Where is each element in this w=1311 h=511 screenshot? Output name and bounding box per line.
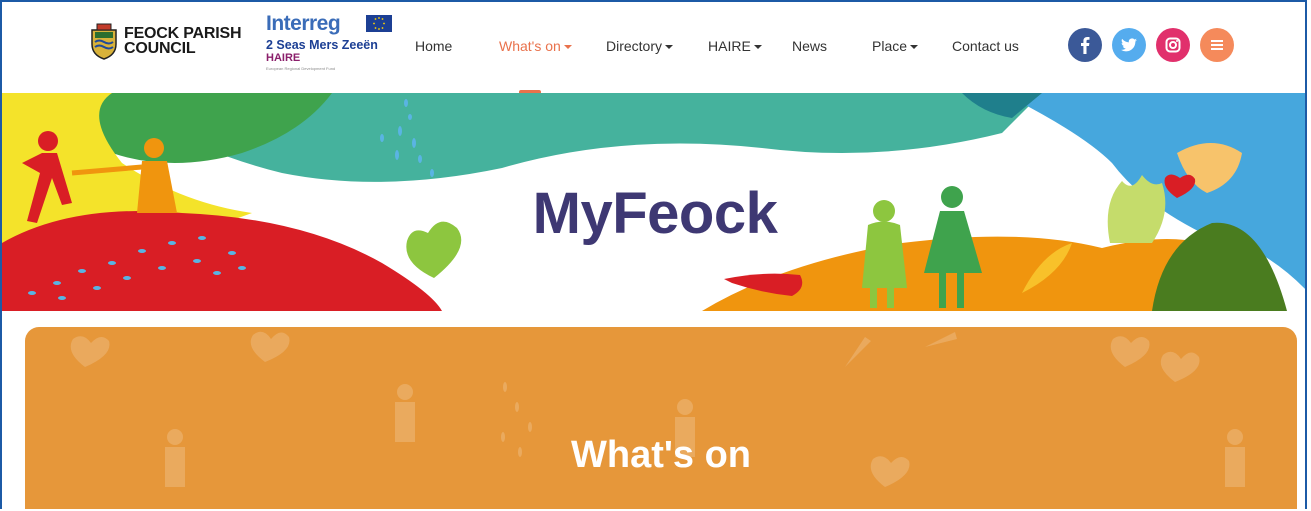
nav-contact-us[interactable]: Contact us: [952, 38, 1019, 54]
interreg-program-text: 2 Seas Mers Zeeën: [266, 38, 378, 52]
nav-haire[interactable]: HAIRE: [708, 38, 762, 54]
interreg-brand-text: Interreg: [266, 12, 341, 35]
eu-flag-icon: [366, 15, 392, 32]
nav-place[interactable]: Place: [872, 38, 919, 54]
nav-news[interactable]: News: [792, 38, 827, 54]
twitter-icon: [1121, 38, 1137, 52]
menu-button[interactable]: [1200, 28, 1234, 62]
nav-directory[interactable]: Directory: [606, 38, 674, 54]
chevron-down-icon: [753, 45, 762, 50]
council-name-line2: COUNCIL: [124, 40, 196, 57]
banner-title: MyFeock: [533, 181, 779, 246]
whats-on-heading: What's on: [570, 434, 752, 476]
council-name-line1: FEOCK PARISH: [124, 25, 242, 42]
chevron-down-icon: [563, 45, 572, 50]
hero-banner: MyFeock: [2, 93, 1305, 311]
instagram-button[interactable]: [1156, 28, 1190, 62]
chevron-down-icon: [910, 45, 919, 50]
nav-home[interactable]: Home: [415, 38, 452, 54]
nav-whats-on[interactable]: What's on: [499, 38, 572, 54]
instagram-icon: [1165, 37, 1181, 53]
haire-project-text: HAIRE: [266, 52, 301, 64]
site-header: FEOCK PARISH COUNCIL Interreg 2 Seas Mer…: [2, 2, 1305, 95]
facebook-icon: [1081, 37, 1090, 54]
page-frame: FEOCK PARISH COUNCIL Interreg 2 Seas Mer…: [0, 0, 1307, 509]
interreg-haire-logo[interactable]: Interreg 2 Seas Mers Zeeën HAIRE Europea…: [266, 12, 396, 74]
menu-icon: [1211, 40, 1223, 50]
background-pattern: [70, 331, 1245, 487]
chevron-down-icon: [665, 45, 674, 50]
twitter-button[interactable]: [1112, 28, 1146, 62]
erdf-fine-print: European Regional Development Fund: [266, 66, 336, 71]
whats-on-section: What's on: [25, 327, 1297, 509]
council-crest-icon: [91, 23, 117, 60]
banner-illustration: MyFeock: [2, 93, 1305, 311]
feock-parish-council-logo[interactable]: FEOCK PARISH COUNCIL: [88, 22, 242, 60]
facebook-button[interactable]: [1068, 28, 1102, 62]
